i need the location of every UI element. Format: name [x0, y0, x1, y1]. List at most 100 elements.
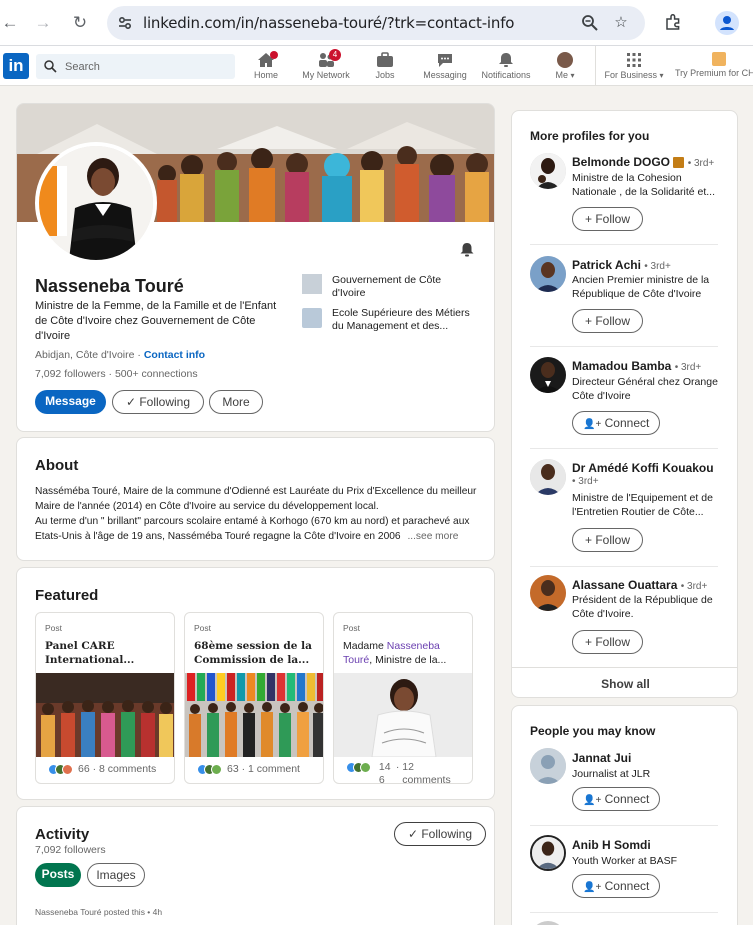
nav-try-premium[interactable]: Try Premium for CH: [672, 50, 753, 84]
avatar[interactable]: [530, 575, 566, 611]
comment-count: 8 comments: [99, 763, 157, 775]
post-reactions[interactable]: 66 · 8 comments: [48, 763, 156, 775]
post-reactions[interactable]: 14 6 · 12 comments: [346, 761, 466, 783]
profile-headline: Ministre de la Femme, de la Famille et d…: [35, 300, 277, 342]
site-settings-icon[interactable]: [117, 15, 133, 31]
bell-notify-icon[interactable]: [459, 242, 475, 258]
more-button[interactable]: More: [209, 390, 263, 414]
reload-icon[interactable]: ↻: [70, 13, 90, 33]
check-icon: ✓: [125, 395, 136, 409]
avatar[interactable]: [530, 256, 566, 292]
degree: • 3rd+: [644, 261, 671, 272]
avatar[interactable]: [530, 748, 566, 784]
post-label: Post: [194, 623, 212, 633]
post-reactions[interactable]: 63 · 1 comment: [197, 763, 300, 775]
home-icon: [257, 51, 278, 68]
about-paragraph-1: Nasséméba Touré, Maire de la commune d'O…: [35, 486, 477, 512]
profile-followers[interactable]: 7,092 followers: [35, 368, 106, 380]
follow-button[interactable]: + Follow: [572, 630, 644, 654]
see-more-link[interactable]: ...see more: [407, 531, 458, 542]
featured-post-2[interactable]: Post 68ème session de la Commission de l…: [184, 612, 324, 784]
message-button[interactable]: Message: [35, 390, 106, 414]
browser-profile-avatar[interactable]: [715, 11, 739, 35]
extensions-icon[interactable]: [664, 13, 682, 31]
following-label: Following: [421, 827, 473, 841]
profile-name[interactable]: Mamadou Bamba • 3rd+: [572, 359, 701, 373]
post-title: Panel CARE International...: [45, 640, 135, 666]
search-box[interactable]: Search: [36, 54, 235, 79]
profile-name[interactable]: Alassane Ouattara • 3rd+: [572, 578, 707, 592]
contact-info-link[interactable]: Contact info: [144, 349, 205, 361]
org-school[interactable]: Ecole Supérieure des Métiers du Manageme…: [332, 307, 477, 333]
tab-posts[interactable]: Posts: [35, 863, 81, 887]
back-arrow-icon[interactable]: ←: [0, 13, 20, 33]
check-icon: ✓: [407, 827, 418, 841]
profile-photo[interactable]: [35, 142, 157, 264]
activity-title: Activity: [35, 826, 90, 843]
profile-name[interactable]: Belmonde DOGO • 3rd+: [572, 155, 714, 169]
featured-post-1[interactable]: Post Panel CARE International... 66 · 8 …: [35, 612, 175, 784]
nav-divider: [595, 46, 596, 86]
org-government[interactable]: Gouvernement de Côte d'Ivoire: [332, 274, 477, 300]
profile-name[interactable]: Jannat Jui: [572, 751, 631, 765]
forward-arrow-icon[interactable]: →: [33, 13, 53, 33]
connect-button[interactable]: 👤+ Connect: [572, 411, 661, 435]
search-icon: [44, 60, 57, 73]
nav-premium-label: Try Premium for CH: [675, 68, 753, 78]
profile-name[interactable]: Anib H Somdi: [572, 838, 651, 852]
profile-name[interactable]: Dr Amédé Koffi Kouakou: [572, 461, 714, 475]
people-you-may-know-card: People you may know Jannat Jui Journalis…: [511, 705, 738, 925]
connect-button[interactable]: 👤+ Connect: [572, 787, 661, 811]
url-text[interactable]: linkedin.com/in/nasseneba-touré/?trk=con…: [143, 14, 514, 32]
nav-my-network-label: My Network: [302, 70, 350, 80]
nav-messaging[interactable]: Messaging: [420, 50, 470, 84]
reaction-count: 66: [78, 763, 90, 775]
pymk-title: People you may know: [530, 724, 656, 738]
follow-button[interactable]: + Follow: [572, 309, 644, 333]
profile-desc: Ministre de la Cohesion Nationale , de l…: [572, 172, 716, 198]
profile-name-text: Patrick Achi: [572, 258, 641, 272]
avatar[interactable]: [530, 835, 566, 871]
divider: [512, 667, 737, 668]
nav-me-label: Me: [555, 70, 568, 80]
avatar[interactable]: [530, 921, 566, 925]
avatar[interactable]: [530, 153, 566, 189]
divider: [530, 244, 718, 245]
nav-my-network[interactable]: 4 My Network: [298, 49, 354, 84]
profile-desc: Président de la République de Côte d'Ivo…: [572, 594, 713, 620]
featured-post-3[interactable]: Post Madame Nasseneba Touré, Ministre de…: [333, 612, 473, 784]
linkedin-logo[interactable]: in: [3, 53, 29, 79]
network-icon: 4: [317, 49, 341, 68]
bookmark-star-icon[interactable]: ☆: [612, 14, 630, 32]
nav-messaging-label: Messaging: [423, 70, 467, 80]
avatar[interactable]: [530, 357, 566, 393]
activity-following-button[interactable]: ✓ Following: [394, 822, 486, 846]
profile-name-text: Mamadou Bamba: [572, 359, 672, 373]
profile-name[interactable]: Patrick Achi • 3rd+: [572, 258, 671, 272]
avatar[interactable]: [530, 459, 566, 495]
more-profiles-title: More profiles for you: [530, 129, 650, 143]
about-paragraph-2-row: Au terme d'un " brillant" parcours scola…: [35, 514, 480, 544]
divider: [530, 346, 718, 347]
address-bar[interactable]: linkedin.com/in/nasseneba-touré/?trk=con…: [107, 6, 645, 40]
follow-button[interactable]: + Follow: [572, 207, 644, 231]
nav-notifications[interactable]: Notifications: [478, 50, 534, 84]
nav-jobs[interactable]: Jobs: [370, 50, 400, 84]
reaction-icons: [48, 763, 78, 775]
follow-button[interactable]: + Follow: [572, 528, 644, 552]
show-all-button[interactable]: Show all: [512, 677, 737, 691]
zoom-icon[interactable]: [581, 14, 599, 32]
btn-label: Connect: [604, 416, 650, 430]
post-label: Post: [343, 623, 361, 633]
about-card: About Nasséméba Touré, Maire de la commu…: [16, 437, 495, 561]
search-placeholder: Search: [65, 61, 100, 73]
profile-desc: Youth Worker at BASF: [572, 855, 678, 867]
featured-title: Featured: [35, 587, 99, 604]
tab-images[interactable]: Images: [87, 863, 145, 887]
nav-me[interactable]: Me ▾: [550, 50, 580, 84]
following-button[interactable]: ✓ Following: [112, 390, 204, 414]
nav-for-business[interactable]: For Business ▾: [603, 50, 665, 84]
profile-connections[interactable]: 500+ connections: [115, 368, 198, 380]
nav-home[interactable]: Home: [248, 50, 284, 84]
connect-button[interactable]: 👤+ Connect: [572, 874, 661, 898]
